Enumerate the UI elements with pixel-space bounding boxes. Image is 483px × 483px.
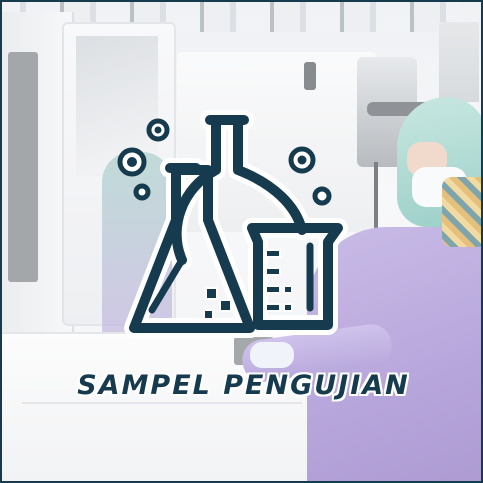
banner-title: SAMPEL PENGUJIAN xyxy=(77,370,410,401)
lab-glassware-icon xyxy=(112,110,362,350)
banner-frame: SAMPEL PENGUJIAN xyxy=(0,0,483,483)
